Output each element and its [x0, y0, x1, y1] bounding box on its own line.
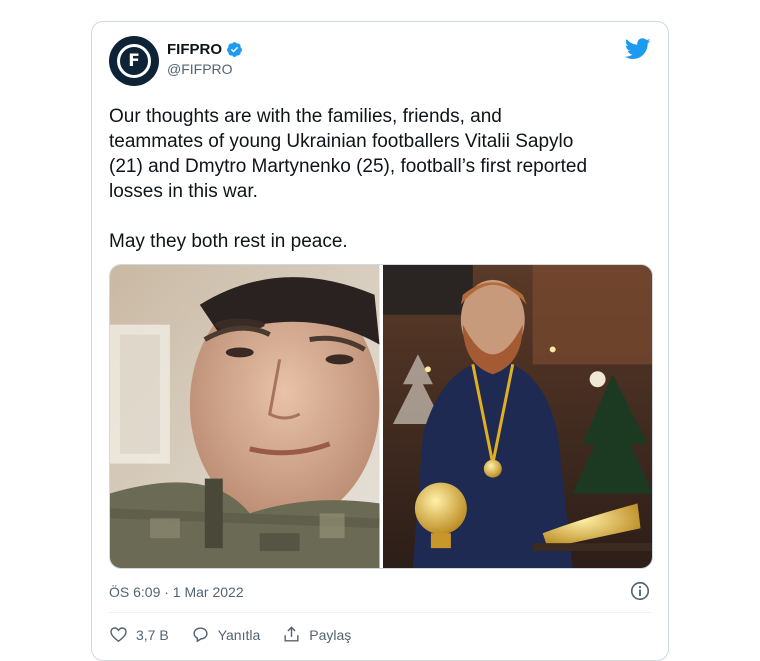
share-label: Paylaş [309, 626, 352, 643]
reply-button[interactable]: Yanıtla [191, 625, 261, 644]
display-name-row[interactable]: FIFPRO [167, 41, 243, 58]
heart-icon [110, 627, 127, 643]
verified-badge-icon [227, 42, 242, 57]
avatar-logo: F [117, 44, 151, 78]
twitter-bird-icon[interactable] [625, 38, 651, 60]
tweet-media[interactable] [109, 264, 653, 569]
like-button[interactable]: 3,7 B [109, 625, 169, 644]
trophy-photo [382, 265, 652, 568]
display-name[interactable]: FIFPRO [167, 41, 222, 58]
divider [109, 612, 651, 613]
like-count: 3,7 B [136, 626, 169, 643]
photo-right[interactable] [382, 265, 652, 568]
author-info[interactable]: FIFPRO @FIFPRO [167, 41, 243, 77]
share-icon [284, 626, 299, 642]
tweet-card: F FIFPRO @FIFPRO Our thoughts are with t… [91, 21, 669, 661]
info-icon[interactable] [629, 580, 651, 602]
tweet-header: F FIFPRO @FIFPRO [109, 36, 651, 86]
portrait-photo [110, 265, 380, 568]
photo-left[interactable] [110, 265, 380, 568]
tweet-text: Our thoughts are with the families, frie… [109, 106, 588, 252]
reply-bubble-icon [193, 627, 208, 643]
reply-label: Yanıtla [217, 626, 261, 643]
handle[interactable]: @FIFPRO [167, 61, 243, 77]
share-button[interactable]: Paylaş [282, 625, 351, 644]
tweet-actions: 3,7 B Yanıtla Paylaş [109, 625, 351, 644]
tweet-timestamp[interactable]: ÖS 6:09 · 1 Mar 2022 [109, 584, 244, 600]
avatar[interactable]: F [109, 36, 159, 86]
